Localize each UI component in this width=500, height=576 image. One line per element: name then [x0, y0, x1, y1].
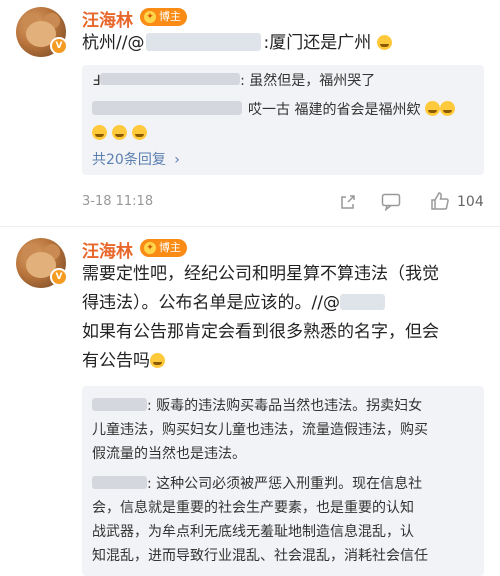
reply-user-initial: Ⅎ [92, 73, 101, 89]
emoji-icon [132, 125, 148, 140]
redacted-username [339, 294, 385, 310]
emoji-row [92, 123, 148, 142]
emoji-icon [150, 353, 165, 368]
reply-count: 共20条回复 [92, 152, 166, 168]
reply-box[interactable]: : 贩毒的违法购买毒品当然也违法。拐卖妇女 儿童违法，购买妇女儿童也违法，流量造… [82, 386, 484, 576]
verified-icon: V [50, 268, 68, 286]
comment-line: 有公告吗 [82, 351, 150, 371]
comment-prefix: 杭州//@ [82, 33, 145, 53]
reply-line-with-user: : 这种公司必须被严惩入刑重判。现在信息社 [92, 472, 428, 496]
chevron-right-icon: › [174, 152, 180, 168]
redacted-username [92, 398, 147, 411]
share-icon[interactable] [339, 193, 357, 211]
reply-text: 儿童违法，购买妇女儿童也违法，流量造假违法，购买 [92, 422, 428, 438]
reply-text: 哎一古 福建的省会是福州欸 [248, 102, 421, 118]
redacted-username [92, 476, 147, 489]
comment-text: 需要定性吧，经纪公司和明星算不算违法（我觉 得违法）。公布名单是应该的。//@ … [82, 260, 439, 376]
divider [0, 226, 500, 227]
blogger-badge: ✦ 博主 [140, 239, 187, 257]
reply-block: : 这种公司必须被严惩入刑重判。现在信息社 会，信息就是重要的社会生产要素，也是… [92, 472, 428, 568]
comment-line-with-mention: 得违法）。公布名单是应该的。//@ [82, 289, 439, 318]
reply-line: 哎一古 福建的省会是福州欸 [92, 98, 455, 122]
reply-text: 假流量的当然也是违法。 [92, 446, 246, 462]
comment-text: 杭州//@ :厦门还是广州 [82, 29, 392, 57]
reply-text: : 贩毒的违法购买毒品当然也违法。拐卖妇女 [147, 398, 423, 414]
redacted-username [146, 33, 262, 51]
reply-text: 会，信息就是重要的社会生产要素，也是重要的认知 [92, 500, 414, 516]
reply-text: : 虽然但是，福州哭了 [240, 73, 376, 89]
verified-icon: V [50, 37, 68, 55]
author-name[interactable]: 汪海林 [82, 6, 133, 31]
comment-line: 需要定性吧，经纪公司和明星算不算违法（我觉 [82, 264, 439, 284]
badge-label: 博主 [159, 241, 181, 254]
blogger-badge: ✦ 博主 [140, 8, 187, 26]
comment-line: 如果有公告那肯定会看到很多熟悉的名字，但会 [82, 322, 439, 342]
reply-text: : 这种公司必须被严惩入刑重判。现在信息社 [147, 476, 423, 492]
reply-text: 战武器，为牟点利无底线无羞耻地制造信息混乱，认 [92, 524, 414, 540]
comment-line: 得违法）。公布名单是应该的。//@ [82, 293, 340, 313]
comment-line-with-emoji: 有公告吗 [82, 347, 439, 376]
reply-block: : 贩毒的违法购买毒品当然也违法。拐卖妇女 儿童违法，购买妇女儿童也违法，流量造… [92, 394, 428, 466]
badge-star-icon: ✦ [144, 242, 156, 254]
redacted-username [92, 101, 242, 115]
reply-count-link[interactable]: 共20条回复 › [92, 149, 180, 169]
like-icon[interactable] [430, 191, 450, 211]
badge-label: 博主 [159, 10, 181, 23]
comment-icon[interactable] [381, 193, 401, 211]
emoji-icon [112, 125, 128, 140]
emoji-icon [376, 35, 392, 50]
reply-line: Ⅎ : 虽然但是，福州哭了 [92, 69, 375, 93]
author-name[interactable]: 汪海林 [82, 237, 133, 262]
reply-text: 知混乱，进而导致行业混乱、社会混乱，消耗社会信任 [92, 548, 428, 564]
redacted-username [100, 73, 241, 85]
emoji-icon [424, 101, 440, 116]
comment-suffix: :厦门还是广州 [263, 33, 372, 53]
reply-line-with-user: : 贩毒的违法购买毒品当然也违法。拐卖妇女 [92, 394, 428, 418]
reply-box[interactable]: Ⅎ : 虽然但是，福州哭了 哎一古 福建的省会是福州欸 共20条回复 › [82, 65, 484, 175]
badge-star-icon: ✦ [144, 11, 156, 23]
like-count: 104 [457, 194, 484, 210]
emoji-icon [439, 101, 455, 116]
emoji-icon [92, 125, 107, 140]
timestamp: 3-18 11:18 [82, 194, 154, 209]
